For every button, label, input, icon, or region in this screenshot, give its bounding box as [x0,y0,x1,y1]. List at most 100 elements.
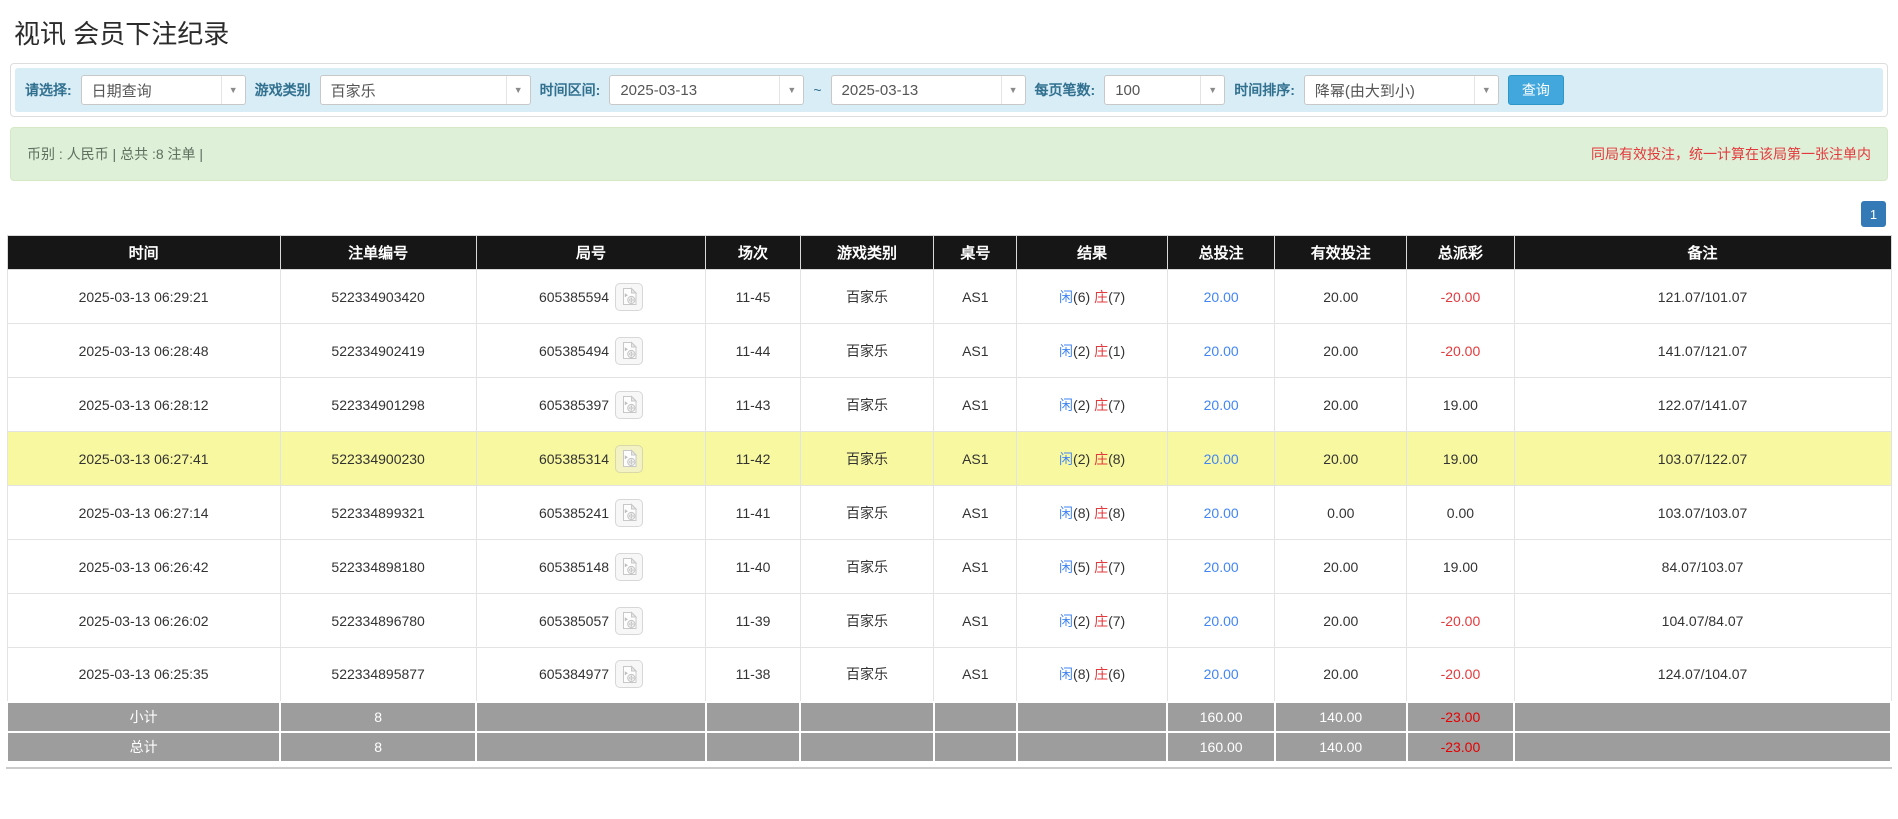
total-row: 总计8160.00140.00-23.00 [7,732,1891,762]
round-number: 605384977 [539,666,609,682]
search-button[interactable]: 查询 [1508,75,1564,105]
remark-cell: 103.07/103.07 [1514,486,1891,540]
result-player-count: (5) [1073,559,1090,575]
column-header-0: 时间 [7,236,280,270]
column-header-5: 桌号 [934,236,1017,270]
chevron-down-icon: ▼ [221,76,245,104]
query-type-select[interactable]: 日期查询 ▼ [81,75,246,105]
round-number: 605385057 [539,613,609,629]
result-player-count: (8) [1073,505,1090,521]
result-banker-count: (7) [1108,289,1125,305]
valid-bet-cell: 20.00 [1275,540,1407,594]
total-bet-cell[interactable]: 20.00 [1167,378,1274,432]
time-cell: 2025-03-13 06:29:21 [7,270,280,324]
page-1-button[interactable]: 1 [1861,201,1886,227]
valid-bet-cell: 20.00 [1275,378,1407,432]
game-cell: 百家乐 [800,540,934,594]
column-header-6: 结果 [1017,236,1168,270]
date-to-select[interactable]: 2025-03-13 ▼ [831,75,1026,105]
video-replay-button[interactable] [615,607,643,635]
video-replay-button[interactable] [615,445,643,473]
valid-bet-cell: 20.00 [1275,648,1407,702]
chevron-down-icon: ▼ [1001,76,1025,104]
remark-cell: 124.07/104.07 [1514,648,1891,702]
game-cell: 百家乐 [800,432,934,486]
time-sort-select[interactable]: 降幂(由大到小) ▼ [1304,75,1499,105]
chevron-down-icon: ▼ [1200,76,1224,104]
table-no-cell: AS1 [934,432,1017,486]
video-replay-button[interactable] [615,499,643,527]
round-cell: 605385241 [476,486,706,540]
bet-id-cell: 522334900230 [280,432,476,486]
video-replay-button[interactable] [615,660,643,688]
total-bet-cell[interactable]: 20.00 [1167,270,1274,324]
total-bet-cell[interactable]: 20.00 [1167,648,1274,702]
total-label: 总计 [7,732,280,762]
result-banker-count: (7) [1108,613,1125,629]
table-row[interactable]: 2025-03-13 06:27:14522334899321605385241… [7,486,1891,540]
result-cell: 闲(2) 庄(8) [1017,432,1168,486]
payout-cell: -20.00 [1407,324,1514,378]
column-header-1: 注单编号 [280,236,476,270]
date-from-select[interactable]: 2025-03-13 ▼ [609,75,804,105]
total-bet-cell[interactable]: 20.00 [1167,486,1274,540]
valid-bet-cell: 20.00 [1275,594,1407,648]
result-player-label: 闲 [1059,343,1073,359]
game-category-value: 百家乐 [321,80,386,101]
per-page-value: 100 [1105,82,1150,99]
game-cell: 百家乐 [800,486,934,540]
result-banker-label: 庄 [1094,666,1108,682]
remark-cell: 141.07/121.07 [1514,324,1891,378]
video-replay-button[interactable] [615,553,643,581]
column-header-7: 总投注 [1167,236,1274,270]
session-cell: 11-40 [706,540,800,594]
total-bet-cell[interactable]: 20.00 [1167,540,1274,594]
total-bet-cell[interactable]: 20.00 [1167,324,1274,378]
table-row[interactable]: 2025-03-13 06:29:21522334903420605385594… [7,270,1891,324]
session-cell: 11-45 [706,270,800,324]
subtotal-row: 小计8160.00140.00-23.00 [7,702,1891,732]
column-header-9: 总派彩 [1407,236,1514,270]
game-category-select[interactable]: 百家乐 ▼ [320,75,531,105]
session-cell: 11-38 [706,648,800,702]
video-file-icon [621,503,638,522]
per-page-select[interactable]: 100 ▼ [1104,75,1225,105]
time-cell: 2025-03-13 06:26:42 [7,540,280,594]
round-number: 605385594 [539,289,609,305]
remark-cell: 103.07/122.07 [1514,432,1891,486]
table-row[interactable]: 2025-03-13 06:25:35522334895877605384977… [7,648,1891,702]
query-type-label: 请选择: [25,80,72,100]
table-row[interactable]: 2025-03-13 06:28:12522334901298605385397… [7,378,1891,432]
result-banker-count: (6) [1108,666,1125,682]
total-payout: -23.00 [1407,732,1514,762]
table-row[interactable]: 2025-03-13 06:26:42522334898180605385148… [7,540,1891,594]
result-player-label: 闲 [1059,397,1073,413]
video-replay-button[interactable] [615,391,643,419]
total-count: 8 [280,732,476,762]
subtotal-label: 小计 [7,702,280,732]
time-sort-value: 降幂(由大到小) [1305,80,1425,101]
bet-records-table-wrap: 时间注单编号局号场次游戏类别桌号结果总投注有效投注总派彩备注 2025-03-1… [6,235,1892,769]
subtotal-count: 8 [280,702,476,732]
column-header-3: 场次 [706,236,800,270]
payout-cell: 19.00 [1407,378,1514,432]
game-cell: 百家乐 [800,594,934,648]
per-page-label: 每页笔数: [1035,80,1096,100]
payout-cell: -20.00 [1407,594,1514,648]
time-sort-label: 时间排序: [1234,80,1295,100]
video-replay-button[interactable] [615,283,643,311]
game-cell: 百家乐 [800,648,934,702]
round-cell: 605385148 [476,540,706,594]
table-row[interactable]: 2025-03-13 06:27:41522334900230605385314… [7,432,1891,486]
remark-cell: 122.07/141.07 [1514,378,1891,432]
round-number: 605385314 [539,451,609,467]
video-replay-button[interactable] [615,337,643,365]
table-row[interactable]: 2025-03-13 06:28:48522334902419605385494… [7,324,1891,378]
total-bet-cell[interactable]: 20.00 [1167,432,1274,486]
result-player-count: (6) [1073,289,1090,305]
table-row[interactable]: 2025-03-13 06:26:02522334896780605385057… [7,594,1891,648]
total-bet-cell[interactable]: 20.00 [1167,594,1274,648]
result-banker-label: 庄 [1094,505,1108,521]
table-no-cell: AS1 [934,648,1017,702]
page-title: 视讯 会员下注纪录 [14,14,1898,51]
